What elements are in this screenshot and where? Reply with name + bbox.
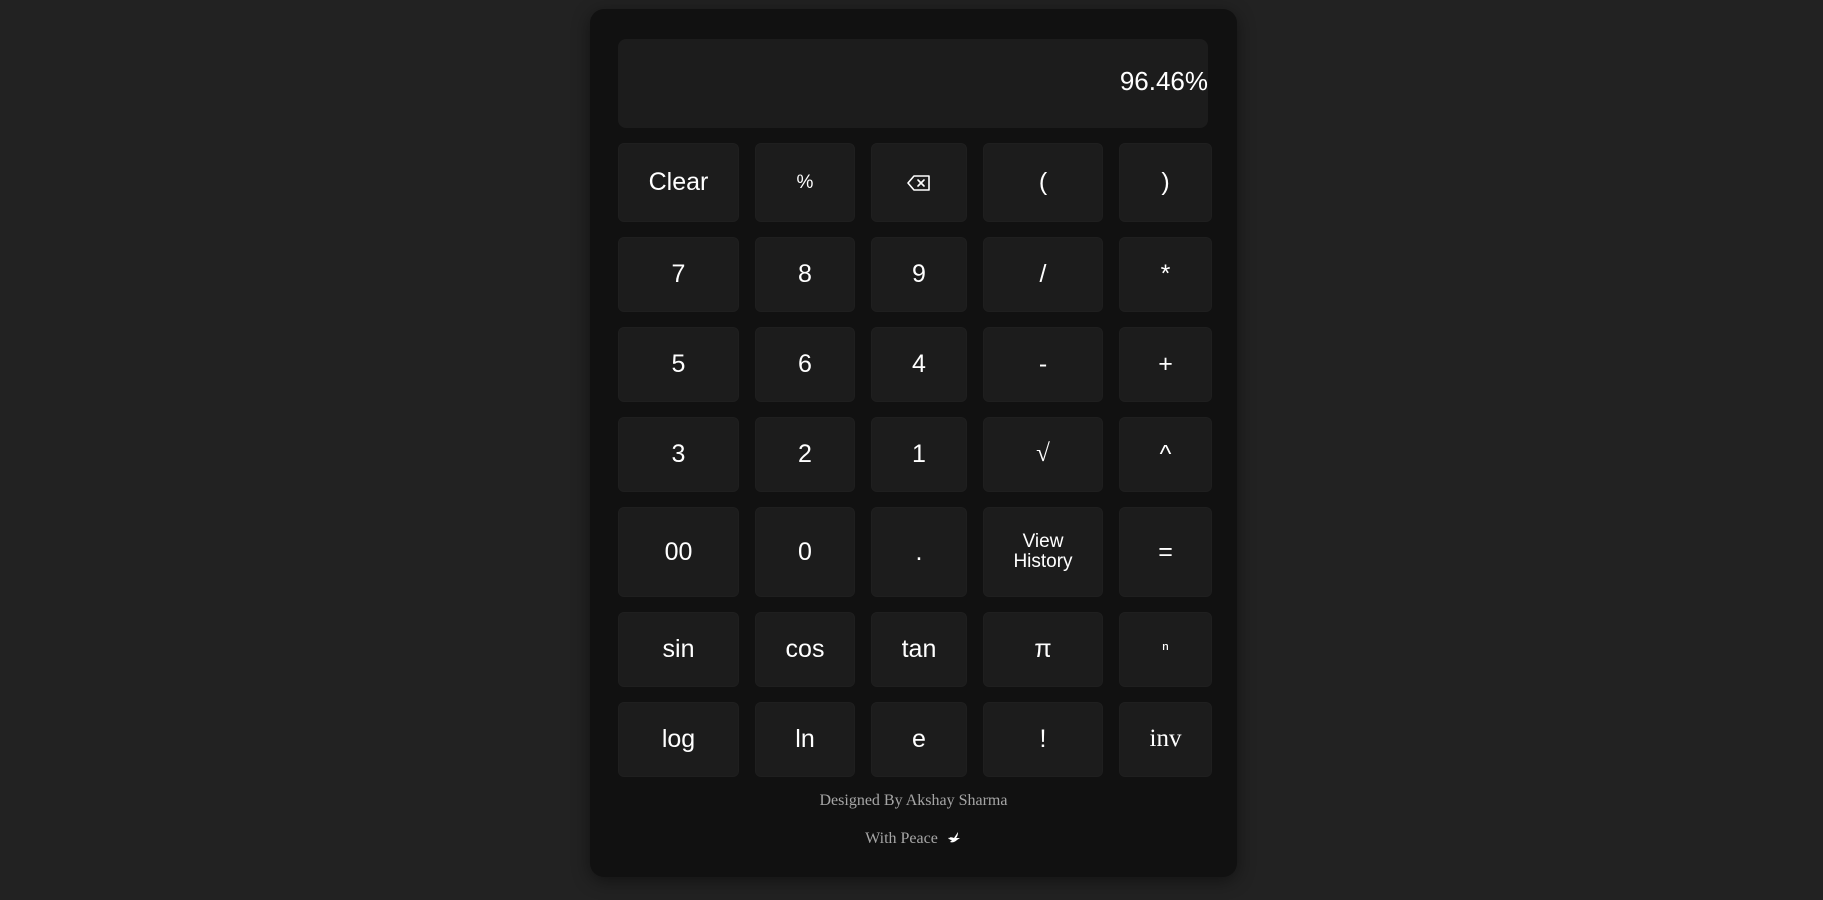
dove-icon xyxy=(946,829,962,850)
clear-label: Clear xyxy=(648,168,709,197)
e-button[interactable]: e xyxy=(871,702,967,777)
open-paren-button[interactable]: ( xyxy=(983,143,1103,222)
peace-text: With Peace xyxy=(865,830,938,848)
decimal-label: . xyxy=(915,537,923,566)
digit-7-button[interactable]: 7 xyxy=(618,237,739,312)
digit-1-label: 1 xyxy=(912,440,926,469)
inv-label: inv xyxy=(1149,725,1182,753)
close-paren-button[interactable]: ) xyxy=(1119,143,1212,222)
tan-button[interactable]: tan xyxy=(871,612,967,687)
digit-3-label: 3 xyxy=(671,440,686,469)
pi-label: π xyxy=(1034,635,1052,664)
equals-label: = xyxy=(1158,537,1173,566)
digit-3-button[interactable]: 3 xyxy=(618,417,739,492)
subtract-button[interactable]: - xyxy=(983,327,1103,402)
nth-power-button[interactable]: ⁿ xyxy=(1119,612,1212,687)
digit-2-button[interactable]: 2 xyxy=(755,417,855,492)
digit-8-label: 8 xyxy=(798,260,812,289)
digit-9-button[interactable]: 9 xyxy=(871,237,967,312)
digit-4-button[interactable]: 4 xyxy=(871,327,967,402)
decimal-button[interactable]: . xyxy=(871,507,967,597)
multiply-label: * xyxy=(1160,260,1171,289)
divide-button[interactable]: / xyxy=(983,237,1103,312)
designer-credit: Designed By Akshay Sharma xyxy=(819,792,1008,809)
power-label: ^ xyxy=(1159,440,1172,469)
sin-button[interactable]: sin xyxy=(618,612,739,687)
double-zero-label: 00 xyxy=(664,537,693,566)
digit-9-label: 9 xyxy=(912,260,926,289)
factorial-button[interactable]: ! xyxy=(983,702,1103,777)
log-button[interactable]: log xyxy=(618,702,739,777)
digit-0-button[interactable]: 0 xyxy=(755,507,855,597)
clear-button[interactable]: Clear xyxy=(618,143,739,222)
divide-label: / xyxy=(1039,260,1047,289)
double-zero-button[interactable]: 00 xyxy=(618,507,739,597)
equals-button[interactable]: = xyxy=(1119,507,1212,597)
peace-credit: With Peace xyxy=(590,829,1237,850)
tan-label: tan xyxy=(901,635,937,664)
pi-button[interactable]: π xyxy=(983,612,1103,687)
digit-8-button[interactable]: 8 xyxy=(755,237,855,312)
digit-2-label: 2 xyxy=(798,440,812,469)
view-history-label: View History xyxy=(1013,531,1073,572)
log-label: log xyxy=(661,725,696,754)
ln-label: ln xyxy=(795,725,815,754)
inv-button[interactable]: inv xyxy=(1119,702,1212,777)
factorial-label: ! xyxy=(1039,725,1047,754)
keypad: Clear%() 7 8 9/* 5 6 4- +3 2 1 √ ^ 00 0. View History =… xyxy=(618,143,1212,777)
digit-6-button[interactable]: 6 xyxy=(755,327,855,402)
digit-1-button[interactable]: 1 xyxy=(871,417,967,492)
calculator: 96.46% Clear%() 7 8 9/* 5 6 4- +3 2 1 √ ^ 00 0. View H… xyxy=(590,9,1237,877)
open-paren-label: ( xyxy=(1038,168,1048,197)
cos-button[interactable]: cos xyxy=(755,612,855,687)
digit-6-label: 6 xyxy=(798,350,812,379)
e-label: e xyxy=(912,725,926,754)
backspace-button[interactable] xyxy=(871,143,967,222)
sqrt-button[interactable]: √ xyxy=(983,417,1103,492)
cos-label: cos xyxy=(785,635,825,664)
calculator-display: 96.46% xyxy=(618,39,1208,128)
percent-button[interactable]: % xyxy=(755,143,855,222)
add-label: + xyxy=(1158,350,1173,379)
subtract-label: - xyxy=(1038,350,1048,379)
view-history-button[interactable]: View History xyxy=(983,507,1103,597)
power-button[interactable]: ^ xyxy=(1119,417,1212,492)
sqrt-label: √ xyxy=(1036,440,1050,468)
digit-4-label: 4 xyxy=(912,350,926,379)
backspace-icon xyxy=(907,174,931,191)
display-value: 96.46% xyxy=(1119,65,1208,96)
nth-power-label: ⁿ xyxy=(1162,638,1169,660)
digit-5-button[interactable]: 5 xyxy=(618,327,739,402)
close-paren-label: ) xyxy=(1161,168,1170,197)
sin-label: sin xyxy=(662,635,695,664)
digit-5-label: 5 xyxy=(671,350,686,379)
ln-button[interactable]: ln xyxy=(755,702,855,777)
digit-7-label: 7 xyxy=(671,260,686,289)
add-button[interactable]: + xyxy=(1119,327,1212,402)
percent-label: % xyxy=(796,171,814,193)
digit-0-label: 0 xyxy=(798,537,812,566)
multiply-button[interactable]: * xyxy=(1119,237,1212,312)
